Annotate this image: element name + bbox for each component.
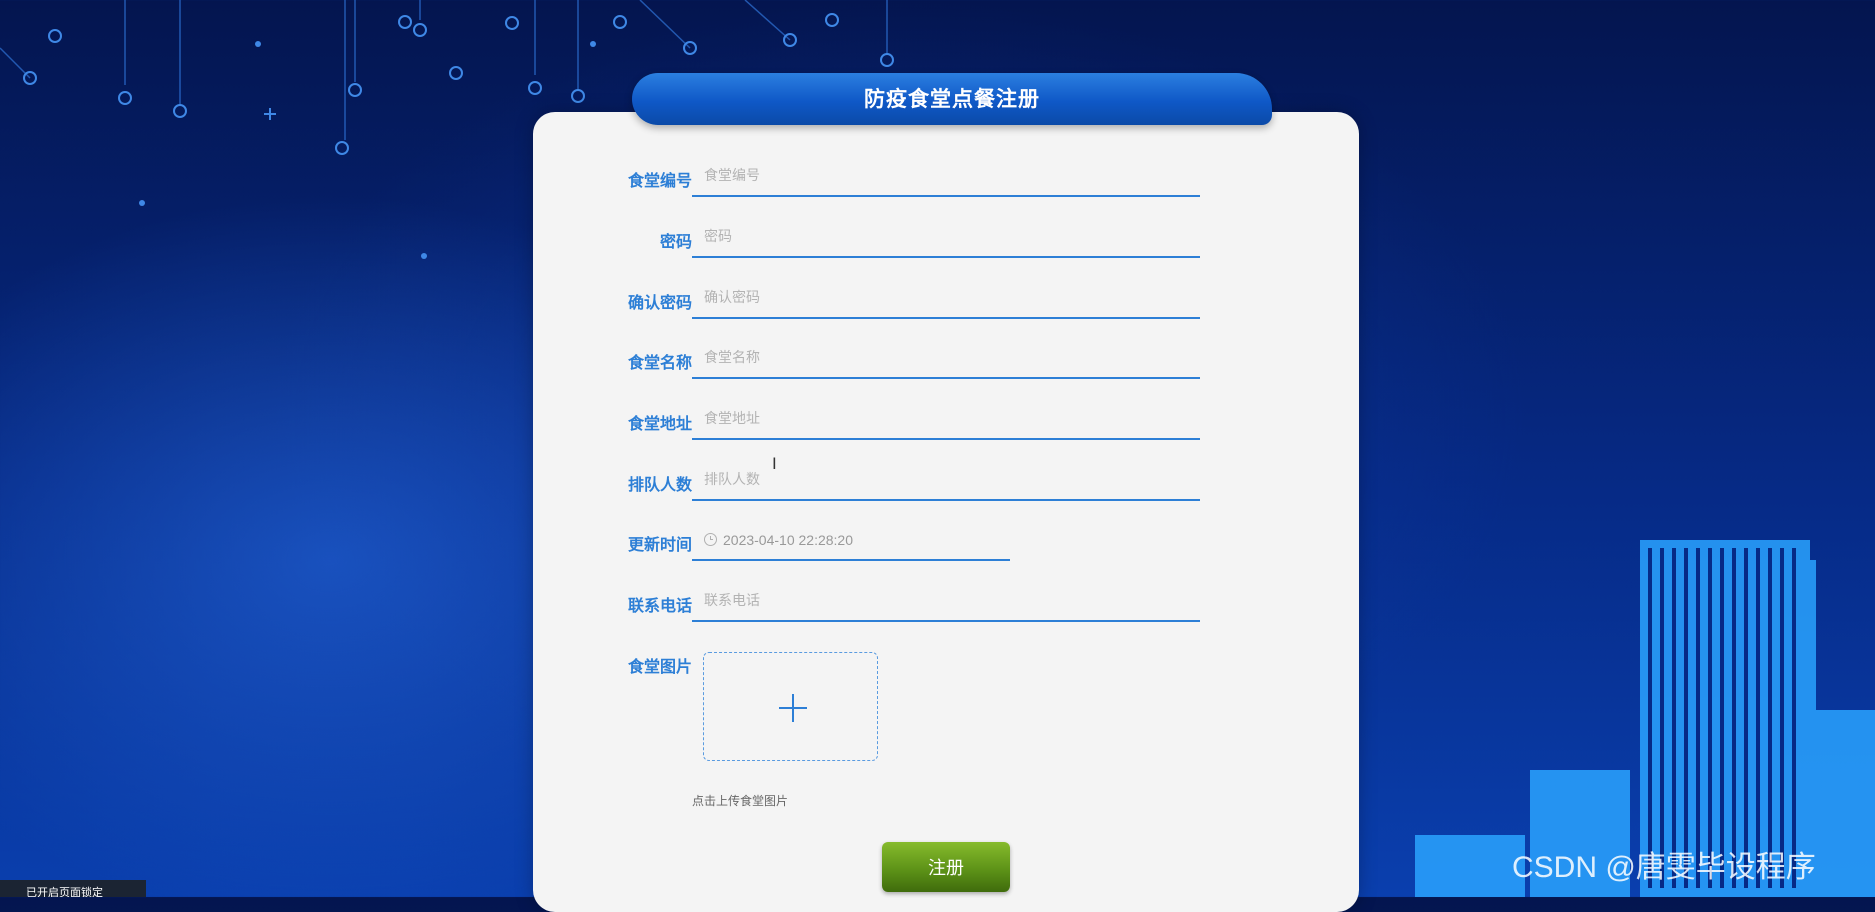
canteen-address-label: 食堂地址 xyxy=(627,416,692,433)
password-label: 密码 xyxy=(659,234,692,251)
phone-input[interactable] xyxy=(692,580,1200,622)
canteen-id-input[interactable] xyxy=(692,155,1200,197)
confirm-password-input[interactable] xyxy=(692,277,1200,319)
page-title: 防疫食堂点餐注册 xyxy=(632,73,1272,125)
canteen-address-input[interactable] xyxy=(692,398,1200,440)
queue-count-input[interactable] xyxy=(692,459,1200,501)
update-time-label: 更新时间 xyxy=(627,537,692,554)
status-chip: 已开启页面锁定 xyxy=(0,880,146,897)
queue-count-label: 排队人数 xyxy=(627,477,692,494)
image-upload-box[interactable] xyxy=(703,652,878,761)
canteen-image-label: 食堂图片 xyxy=(627,659,692,676)
watermark: CSDN @唐雯毕设程序 xyxy=(1512,851,1816,884)
phone-label: 联系电话 xyxy=(627,598,692,615)
confirm-password-label: 确认密码 xyxy=(627,295,692,312)
update-time-value: 2023-04-10 22:28:20 xyxy=(723,532,853,548)
canteen-id-label: 食堂编号 xyxy=(627,173,692,190)
canteen-name-label: 食堂名称 xyxy=(627,355,692,372)
upload-hint: 点击上传食堂图片 xyxy=(692,794,789,808)
register-button[interactable]: 注册 xyxy=(882,842,1010,892)
update-time-picker[interactable]: 2023-04-10 22:28:20 xyxy=(692,519,1010,561)
canteen-name-input[interactable] xyxy=(692,337,1200,379)
clock-icon xyxy=(704,533,717,546)
password-input[interactable] xyxy=(692,216,1200,258)
text-cursor-icon: I xyxy=(772,454,777,473)
